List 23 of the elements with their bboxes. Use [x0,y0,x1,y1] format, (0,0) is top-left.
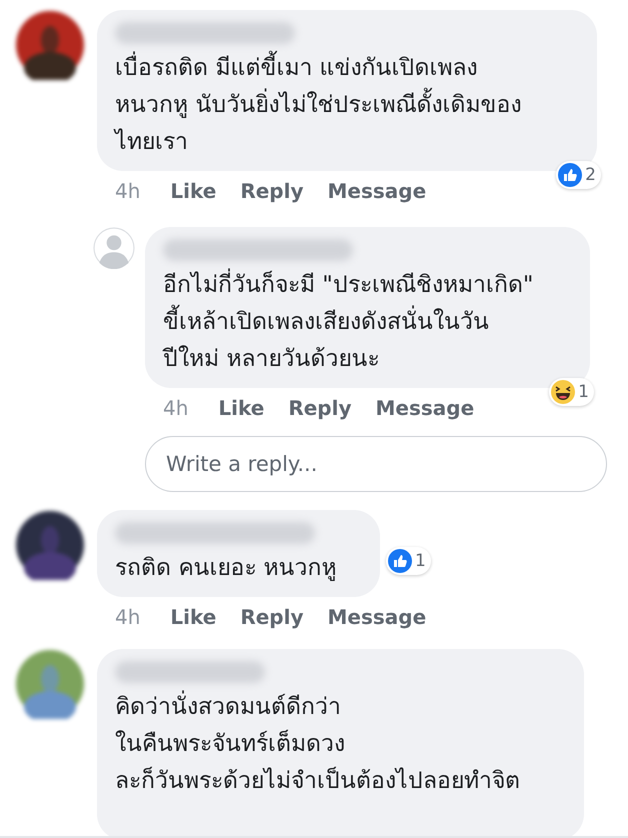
comment-time: 4h [115,605,140,629]
comment-action-link[interactable]: Reply [288,396,352,420]
comment-time: 4h [163,396,188,420]
like-icon [388,549,412,573]
reply-input-field[interactable]: Write a reply... [145,436,607,492]
comment-text: คิดว่านั่งสวดมนต์ดีกว่า ในคืนพระจันทร์เต็มดวง ละก็วันพระด้วยไม่จำเป็นต้องไปลอยทำจิต [115,689,566,800]
comment-text: เบื่อรถติด มีแต่ขี้เมา แข่งกันเปิดเพลง หนวกหู นับวันยิ่งไม่ใช่ประเพณีดั้งเดิมของ ไทยเรา [115,50,579,161]
like-icon [558,163,582,187]
comment-action-link[interactable]: Message [328,179,426,203]
comment-action-link[interactable]: Reply [240,605,304,629]
comment-action-link[interactable]: Like [170,605,216,629]
comment-text: รถติด คนเยอะ หนวกหู [115,554,338,583]
reaction-count[interactable]: 1 [549,378,594,406]
comment-action-link[interactable]: Message [376,396,474,420]
comment-action-link[interactable]: Reply [240,179,304,203]
reaction-count[interactable]: 1 [386,547,431,575]
reaction-count[interactable]: 2 [556,161,601,189]
comment-action-link[interactable]: Like [170,179,216,203]
laughing-face-icon [551,380,576,404]
comment-action-link[interactable]: Message [328,605,426,629]
comment-action-link[interactable]: Like [218,396,264,420]
comment-time: 4h [115,179,140,203]
comment-text: อีกไม่กี่วันก็จะมี "ประเพณีชิงหมาเกิด" ขี้เหล้าเปิดเพลงเสียงดังสนั่นในวัน ปีใหม่ หลายวันด้วยนะ [163,267,572,378]
